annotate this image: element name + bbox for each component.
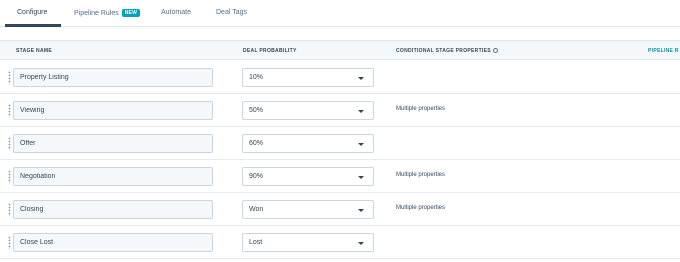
- table-row: 60%: [0, 127, 680, 160]
- column-header-conditional-label: CONDITIONAL STAGE PROPERTIES: [396, 48, 491, 54]
- drag-handle-icon[interactable]: [8, 236, 11, 249]
- deal-probability-value: Lost: [249, 239, 263, 246]
- deal-probability-value: 60%: [249, 140, 264, 147]
- drag-handle-icon[interactable]: [8, 104, 11, 117]
- column-header-stage-name: STAGE NAME: [16, 48, 52, 54]
- stage-name-input[interactable]: [13, 167, 213, 186]
- stage-name-input[interactable]: [13, 233, 213, 252]
- new-badge: NEW: [121, 9, 141, 17]
- deal-probability-select[interactable]: Lost: [242, 233, 374, 252]
- deal-probability-select[interactable]: 90%: [242, 167, 374, 186]
- tab-configure[interactable]: Configure: [17, 9, 47, 16]
- tab-pipeline-rules-label: Pipeline Rules: [74, 10, 119, 17]
- chevron-down-icon: [358, 143, 364, 146]
- stage-name-input[interactable]: [13, 200, 213, 219]
- table-row: 90% Multiple properties: [0, 160, 680, 193]
- deal-probability-value: 50%: [249, 107, 264, 114]
- stage-name-input[interactable]: [13, 134, 213, 153]
- chevron-down-icon: [358, 242, 364, 245]
- drag-handle-icon[interactable]: [8, 170, 11, 183]
- drag-handle-icon[interactable]: [8, 203, 11, 216]
- column-header-pipeline-rules[interactable]: PIPELINE R: [648, 48, 679, 54]
- table-row: Lost: [0, 226, 680, 259]
- drag-handle-icon[interactable]: [8, 71, 11, 84]
- column-header-deal-probability: DEAL PROBABILITY: [243, 48, 297, 54]
- deal-probability-select[interactable]: Won: [242, 200, 374, 219]
- conditional-properties-link[interactable]: Multiple properties: [396, 205, 445, 211]
- deal-probability-select[interactable]: 10%: [242, 68, 374, 87]
- deal-probability-select[interactable]: 60%: [242, 134, 374, 153]
- column-header-conditional-properties: CONDITIONAL STAGE PROPERTIES: [396, 48, 498, 54]
- deal-probability-select[interactable]: 50%: [242, 101, 374, 120]
- tab-pipeline-rules[interactable]: Pipeline Rules NEW: [74, 9, 141, 17]
- deal-probability-value: 90%: [249, 173, 264, 180]
- chevron-down-icon: [358, 209, 364, 212]
- table-row: Won Multiple properties: [0, 193, 680, 226]
- tab-deal-tags[interactable]: Deal Tags: [216, 9, 247, 16]
- stage-name-input[interactable]: [13, 68, 213, 87]
- tab-automate[interactable]: Automate: [161, 9, 191, 16]
- chevron-down-icon: [358, 110, 364, 113]
- info-icon[interactable]: [492, 48, 498, 53]
- tab-bar: Configure Pipeline Rules NEW Automate Dea…: [0, 0, 680, 27]
- chevron-down-icon: [358, 77, 364, 80]
- table-header: STAGE NAME DEAL PROBABILITY CONDITIONAL …: [0, 40, 680, 60]
- table-row: 50% Multiple properties: [0, 94, 680, 127]
- chevron-down-icon: [358, 176, 364, 179]
- active-tab-indicator: [5, 24, 61, 27]
- stage-name-input[interactable]: [13, 101, 213, 120]
- deal-probability-value: 10%: [249, 74, 264, 81]
- conditional-properties-link[interactable]: Multiple properties: [396, 172, 445, 178]
- conditional-properties-link[interactable]: Multiple properties: [396, 106, 445, 112]
- deal-probability-value: Won: [249, 206, 264, 213]
- table-row: 10%: [0, 61, 680, 94]
- drag-handle-icon[interactable]: [8, 137, 11, 150]
